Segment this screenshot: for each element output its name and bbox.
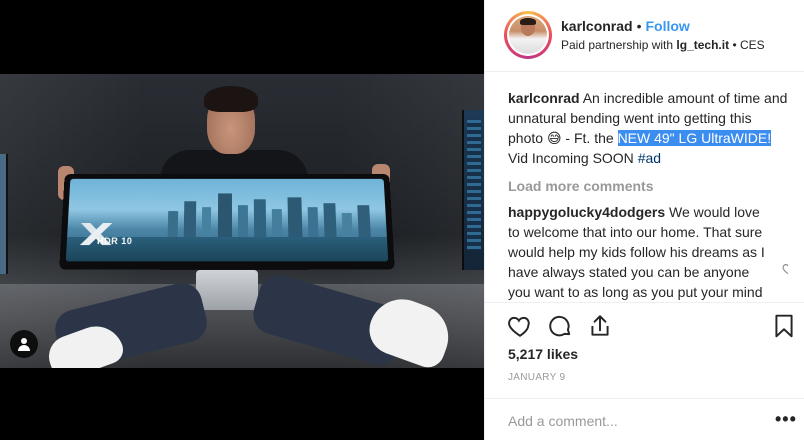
hdr-badge: HDR 10 [96, 235, 133, 247]
hashtag-link[interactable]: #ad [638, 150, 661, 166]
comments-section: karlconrad An incredible amount of time … [508, 88, 788, 300]
comment-item: happygolucky4dodgers We would love to we… [508, 202, 788, 300]
user-tag-icon[interactable] [10, 330, 38, 358]
follow-button[interactable]: Follow [646, 18, 690, 34]
background-monitor-left [0, 154, 8, 274]
emoji: 😅 [546, 130, 562, 146]
avatar[interactable] [507, 14, 549, 56]
post-media: HDR 10 [0, 0, 484, 440]
separator-dot: • [636, 18, 642, 34]
more-options-icon[interactable]: ••• [775, 409, 797, 430]
location-link[interactable]: CES [740, 38, 765, 52]
location-separator: • [732, 38, 737, 52]
share-icon[interactable] [587, 313, 613, 339]
caption-username[interactable]: karlconrad [508, 90, 580, 106]
comment-icon[interactable] [547, 313, 573, 339]
post-header: karlconrad • Follow Paid partnership with … [485, 0, 804, 72]
load-more-comments-button[interactable]: Load more comments [508, 176, 788, 196]
action-bar [485, 302, 804, 350]
monitor-screen: HDR 10 [65, 178, 389, 262]
monitor-stand [196, 270, 258, 310]
story-ring[interactable] [504, 11, 552, 59]
heart-icon[interactable] [782, 262, 788, 276]
partner-username[interactable]: lg_tech.it [676, 38, 729, 52]
add-comment-bar: ••• [485, 398, 804, 440]
ultrawide-monitor: HDR 10 [59, 174, 395, 270]
highlighted-text: NEW 49" LG UltraWIDE! [617, 130, 772, 146]
background-monitor-right [462, 110, 484, 270]
author-username[interactable]: karlconrad [561, 18, 633, 34]
post-photo[interactable]: HDR 10 [0, 74, 484, 368]
heart-icon[interactable] [507, 313, 533, 339]
likes-count[interactable]: 5,217 likes [508, 346, 578, 362]
partnership-label: Paid partnership with [561, 38, 674, 52]
city-skyline [157, 193, 389, 238]
add-comment-input[interactable] [508, 411, 748, 431]
bookmark-icon[interactable] [771, 313, 797, 339]
comment-username[interactable]: happygolucky4dodgers [508, 204, 665, 220]
post-panel: karlconrad • Follow Paid partnership with … [484, 0, 804, 440]
caption: karlconrad An incredible amount of time … [508, 90, 788, 166]
post-date[interactable]: JANUARY 9 [508, 372, 565, 383]
